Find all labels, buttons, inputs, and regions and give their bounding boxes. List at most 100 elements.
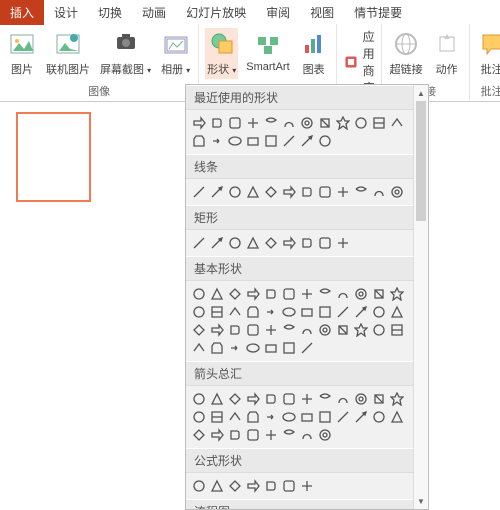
shape-item[interactable]	[208, 183, 226, 201]
shape-item[interactable]	[190, 132, 208, 150]
shape-item[interactable]	[280, 390, 298, 408]
shape-item[interactable]	[352, 285, 370, 303]
scroll-down-icon[interactable]: ▼	[414, 493, 428, 509]
shape-item[interactable]	[262, 285, 280, 303]
shape-item[interactable]	[262, 183, 280, 201]
shape-item[interactable]	[370, 114, 388, 132]
shape-item[interactable]	[190, 183, 208, 201]
shape-item[interactable]	[334, 183, 352, 201]
shape-item[interactable]	[244, 285, 262, 303]
shape-item[interactable]	[298, 426, 316, 444]
shape-item[interactable]	[262, 339, 280, 357]
slide-thumbnail[interactable]	[16, 112, 91, 202]
tab-6[interactable]: 视图	[300, 0, 344, 25]
shape-item[interactable]	[280, 339, 298, 357]
shape-item[interactable]	[262, 234, 280, 252]
shape-item[interactable]	[208, 234, 226, 252]
shape-item[interactable]	[370, 390, 388, 408]
shape-item[interactable]	[298, 132, 316, 150]
tab-2[interactable]: 切换	[88, 0, 132, 25]
shape-item[interactable]	[370, 183, 388, 201]
shape-item[interactable]	[190, 408, 208, 426]
shape-item[interactable]	[244, 321, 262, 339]
shape-item[interactable]	[208, 426, 226, 444]
shape-item[interactable]	[352, 303, 370, 321]
shape-item[interactable]	[280, 408, 298, 426]
shape-item[interactable]	[190, 390, 208, 408]
shape-item[interactable]	[388, 303, 406, 321]
shape-item[interactable]	[262, 408, 280, 426]
shape-item[interactable]	[316, 303, 334, 321]
shape-item[interactable]	[370, 285, 388, 303]
shape-item[interactable]	[316, 285, 334, 303]
shape-item[interactable]	[298, 183, 316, 201]
shape-item[interactable]	[226, 285, 244, 303]
shape-item[interactable]	[316, 183, 334, 201]
shape-item[interactable]	[334, 234, 352, 252]
shape-item[interactable]	[262, 477, 280, 495]
shape-item[interactable]	[298, 285, 316, 303]
shape-item[interactable]	[226, 477, 244, 495]
shape-item[interactable]	[208, 114, 226, 132]
shape-item[interactable]	[244, 183, 262, 201]
shape-item[interactable]	[316, 132, 334, 150]
shape-item[interactable]	[244, 426, 262, 444]
shape-item[interactable]	[280, 303, 298, 321]
shape-item[interactable]	[244, 408, 262, 426]
shape-item[interactable]	[208, 303, 226, 321]
tab-3[interactable]: 动画	[132, 0, 176, 25]
shape-item[interactable]	[370, 321, 388, 339]
online-picture-button[interactable]: 联机图片	[44, 28, 92, 79]
shape-item[interactable]	[226, 426, 244, 444]
tab-4[interactable]: 幻灯片放映	[176, 0, 256, 25]
shape-item[interactable]	[226, 303, 244, 321]
shape-item[interactable]	[298, 408, 316, 426]
shape-item[interactable]	[280, 426, 298, 444]
shape-item[interactable]	[226, 390, 244, 408]
shape-item[interactable]	[244, 114, 262, 132]
shape-item[interactable]	[370, 303, 388, 321]
shape-item[interactable]	[280, 114, 298, 132]
shape-item[interactable]	[334, 285, 352, 303]
tab-0[interactable]: 插入	[0, 0, 44, 25]
shape-item[interactable]	[226, 114, 244, 132]
shape-item[interactable]	[244, 234, 262, 252]
shape-item[interactable]	[334, 321, 352, 339]
picture-button[interactable]: 图片	[6, 28, 38, 79]
shape-item[interactable]	[280, 234, 298, 252]
shape-item[interactable]	[244, 477, 262, 495]
shape-item[interactable]	[298, 477, 316, 495]
shape-item[interactable]	[262, 114, 280, 132]
shape-item[interactable]	[334, 114, 352, 132]
shape-item[interactable]	[352, 321, 370, 339]
shape-item[interactable]	[190, 321, 208, 339]
scroll-thumb[interactable]	[416, 101, 426, 221]
album-button[interactable]: 相册 ▾	[159, 28, 192, 79]
shape-item[interactable]	[298, 390, 316, 408]
shape-item[interactable]	[316, 234, 334, 252]
shape-item[interactable]	[208, 321, 226, 339]
shape-item[interactable]	[226, 234, 244, 252]
shape-item[interactable]	[208, 390, 226, 408]
shape-item[interactable]	[298, 303, 316, 321]
shape-item[interactable]	[316, 426, 334, 444]
shape-item[interactable]	[298, 114, 316, 132]
shape-item[interactable]	[208, 408, 226, 426]
shape-item[interactable]	[316, 114, 334, 132]
shape-item[interactable]	[244, 390, 262, 408]
shape-item[interactable]	[226, 339, 244, 357]
shape-item[interactable]	[370, 408, 388, 426]
shape-item[interactable]	[280, 285, 298, 303]
shape-item[interactable]	[352, 408, 370, 426]
shape-item[interactable]	[388, 114, 406, 132]
shape-item[interactable]	[244, 339, 262, 357]
shape-item[interactable]	[334, 408, 352, 426]
chart-button[interactable]: 图表	[298, 28, 330, 79]
shape-item[interactable]	[280, 132, 298, 150]
shape-item[interactable]	[352, 183, 370, 201]
shape-item[interactable]	[208, 285, 226, 303]
shape-item[interactable]	[226, 321, 244, 339]
shape-item[interactable]	[190, 477, 208, 495]
shape-item[interactable]	[298, 339, 316, 357]
scrollbar[interactable]: ▲ ▼	[413, 85, 428, 509]
